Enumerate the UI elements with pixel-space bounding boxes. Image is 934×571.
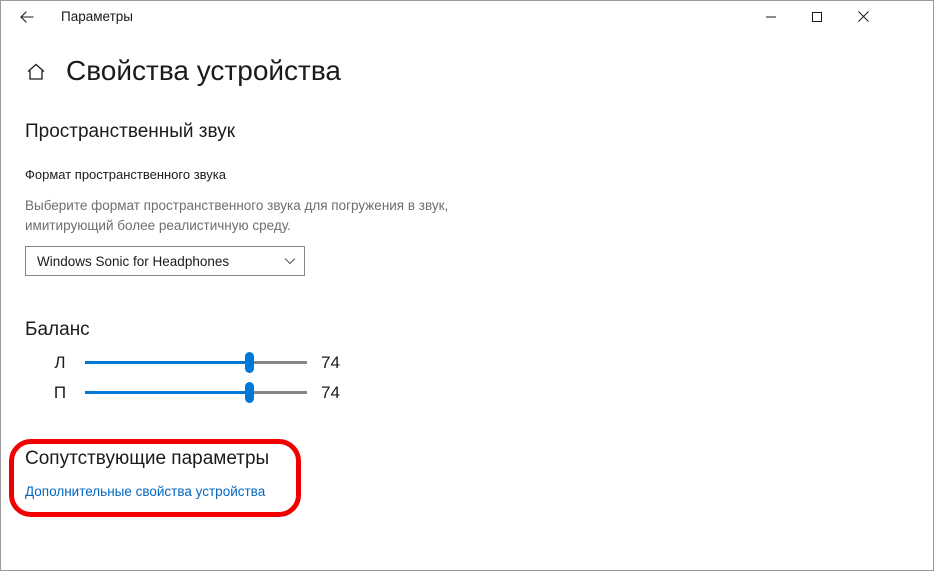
balance-slider-thumb-right[interactable]	[245, 382, 255, 403]
spatial-format-description: Выберите формат пространственного звука …	[25, 198, 449, 233]
related-settings-heading: Сопутствующие параметры	[25, 448, 270, 469]
balance-channel-label-left: Л	[54, 353, 66, 372]
spatial-format-dropdown-value: Windows Sonic for Headphones	[37, 253, 230, 269]
minimize-button[interactable]	[748, 1, 794, 32]
balance-slider-thumb-left[interactable]	[245, 352, 255, 373]
minimize-icon	[765, 11, 777, 23]
page-header: Свойства устройства	[1, 49, 933, 97]
balance-slider-left[interactable]	[85, 352, 307, 373]
balance-slider-fill-right	[85, 391, 250, 394]
balance-slider-row-left: Л 74	[25, 349, 365, 377]
balance-heading: Баланс	[25, 319, 90, 340]
page-title: Свойства устройства	[66, 55, 341, 86]
chevron-down-icon	[276, 255, 304, 267]
close-button[interactable]	[840, 1, 886, 32]
home-icon[interactable]	[21, 57, 51, 87]
balance-slider-right[interactable]	[85, 382, 307, 403]
balance-value-right: 74	[321, 383, 340, 402]
spatial-sound-heading: Пространственный звук	[25, 121, 236, 142]
maximize-icon	[811, 11, 823, 23]
additional-device-properties-link[interactable]: Дополнительные свойства устройства	[25, 484, 265, 499]
back-button[interactable]	[7, 3, 47, 31]
spatial-format-label: Формат пространственного звука	[25, 167, 226, 182]
balance-slider-fill-left	[85, 361, 250, 364]
balance-slider-row-right: П 74	[25, 379, 365, 407]
back-arrow-icon	[17, 7, 37, 27]
balance-value-left: 74	[321, 353, 340, 372]
close-icon	[857, 10, 870, 23]
spatial-format-dropdown[interactable]: Windows Sonic for Headphones	[25, 246, 305, 276]
maximize-button[interactable]	[794, 1, 840, 32]
balance-channel-label-right: П	[53, 383, 67, 402]
title-bar: Параметры	[1, 1, 933, 33]
app-title: Параметры	[61, 9, 133, 24]
settings-window: Параметры Свойства устройства Пространст…	[0, 0, 934, 571]
